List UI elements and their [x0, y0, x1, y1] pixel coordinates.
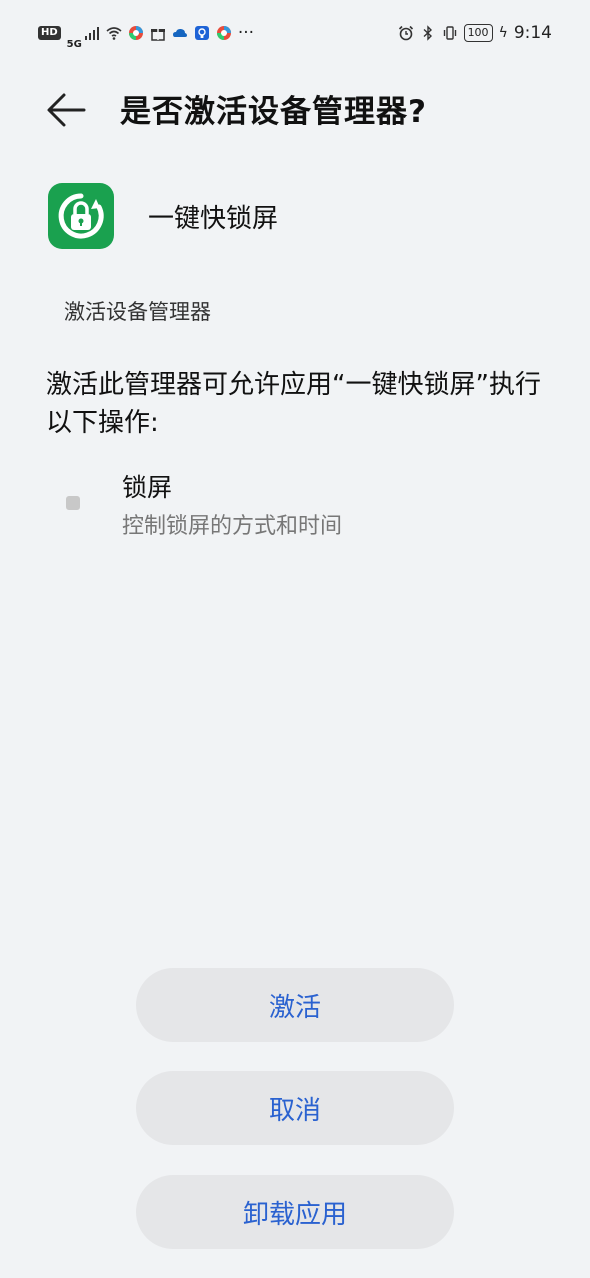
back-button[interactable] — [44, 88, 88, 132]
wifi-icon — [106, 27, 122, 40]
battery-indicator: 100 — [463, 24, 493, 42]
permission-bullet — [66, 496, 80, 510]
app-notification-icon — [128, 26, 143, 40]
more-notifications: ··· — [237, 23, 255, 43]
hd-badge: HD — [38, 26, 61, 40]
app-icon — [48, 183, 114, 249]
page-title: 是否激活设备管理器? — [120, 94, 427, 130]
status-bar: HD 5G ··· 100 ϟ 9:14 — [0, 0, 590, 66]
app-name: 一键快锁屏 — [148, 203, 279, 234]
app-notification-icon-2 — [216, 26, 231, 40]
cloud-icon — [172, 28, 187, 37]
status-bar-right: 100 ϟ 9:14 — [398, 23, 552, 43]
vibrate-icon — [443, 26, 456, 40]
cancel-button[interactable]: 取消 — [136, 1071, 454, 1145]
network-type: 5G — [66, 38, 82, 50]
description: 激活此管理器可允许应用“一键快锁屏”执行以下操作: — [46, 370, 541, 438]
gift-icon — [150, 29, 165, 41]
status-bar-left: HD 5G ··· — [38, 17, 254, 50]
alarm-icon — [398, 25, 413, 41]
status-time: 9:14 — [513, 23, 552, 43]
shield-icon — [194, 26, 209, 40]
permission-desc: 控制锁屏的方式和时间 — [122, 514, 343, 539]
lock-refresh-icon — [58, 193, 104, 239]
signal-icon — [84, 27, 99, 40]
bluetooth-icon — [423, 25, 432, 41]
header: 是否激活设备管理器? — [0, 76, 590, 140]
arrow-left-icon — [47, 93, 86, 127]
permission-title: 锁屏 — [122, 473, 173, 502]
charging-icon: ϟ — [498, 25, 508, 41]
permission-item: 锁屏 控制锁屏的方式和时间 — [0, 464, 590, 540]
activate-button[interactable]: 激活 — [136, 968, 454, 1042]
app-info: 一键快锁屏 — [48, 182, 278, 250]
section-label: 激活设备管理器 — [64, 300, 211, 324]
uninstall-app-button[interactable]: 卸载应用 — [136, 1175, 454, 1249]
